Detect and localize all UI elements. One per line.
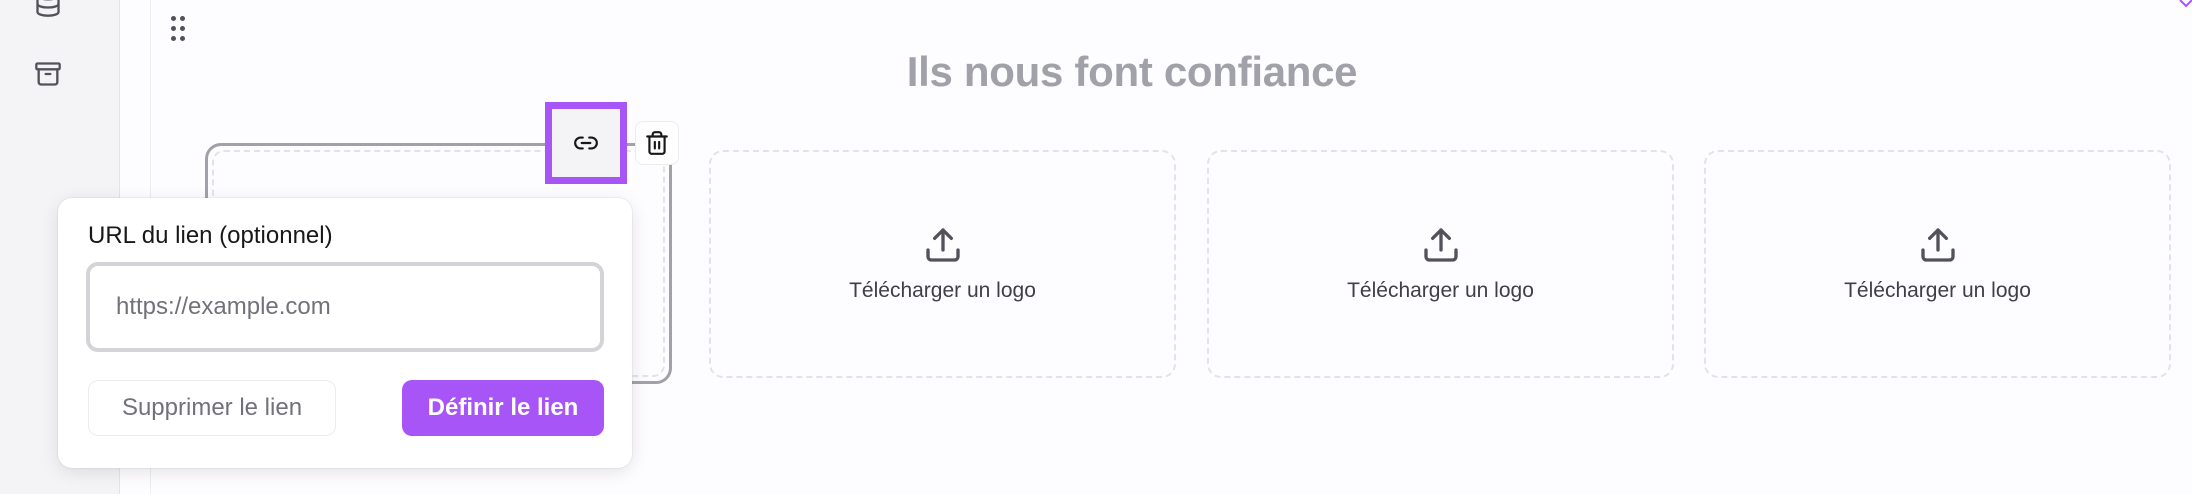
upload-label: Télécharger un logo [849,279,1036,302]
logo-slot-3[interactable]: Télécharger un logo [1207,150,1674,378]
section-title[interactable]: Ils nous font confiance [151,48,2113,96]
upload-icon [925,228,960,262]
upload-label: Télécharger un logo [1844,279,2031,302]
logo-slot-4[interactable]: Télécharger un logo [1704,150,2171,378]
logo-slot-2[interactable]: Télécharger un logo [709,150,1176,378]
link-button[interactable] [545,102,627,184]
remove-link-button[interactable]: Supprimer le lien [88,380,336,436]
logo-slot-toolbar [545,102,679,184]
define-link-button[interactable]: Définir le lien [402,380,604,436]
chevron-icon[interactable] [2178,0,2192,14]
link-url-input[interactable] [86,262,604,352]
link-icon [574,136,598,150]
link-url-label: URL du lien (optionnel) [88,222,333,249]
trash-icon [646,131,668,155]
database-icon[interactable] [30,0,66,22]
drag-handle-icon[interactable] [171,16,187,42]
upload-icon [1423,228,1458,262]
upload-icon [1920,228,1955,262]
link-popover: URL du lien (optionnel) Supprimer le lie… [58,198,632,468]
archive-icon[interactable] [30,56,66,92]
upload-label: Télécharger un logo [1347,279,1534,302]
delete-button[interactable] [635,121,679,165]
